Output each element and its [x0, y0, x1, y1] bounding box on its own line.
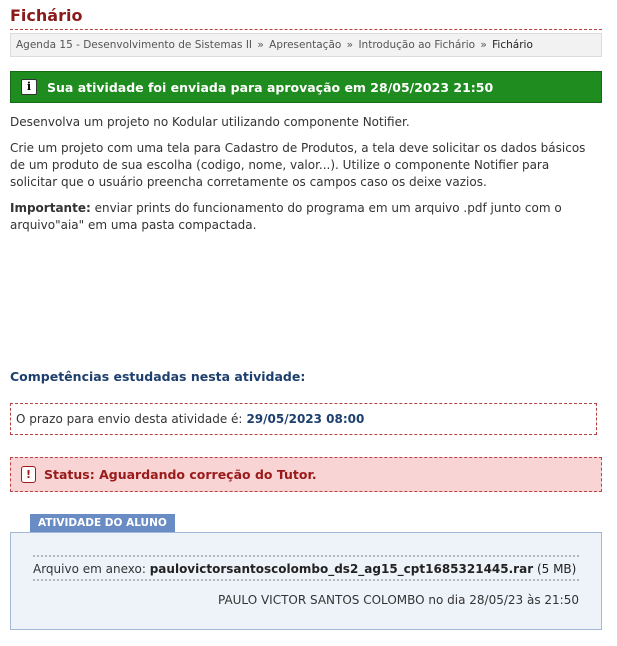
deadline-date: 29/05/2023 08:00 [246, 412, 365, 426]
breadcrumb-link-introducao[interactable]: Introdução ao Fichário [358, 39, 475, 51]
attachment-file-link[interactable]: paulovictorsantoscolombo_ds2_ag15_cpt168… [150, 562, 533, 576]
competencias-heading: Competências estudadas nesta atividade: [10, 369, 306, 384]
success-text: Sua atividade foi enviada para aprovação… [47, 79, 494, 95]
breadcrumb-separator: » [346, 39, 354, 51]
author-line: PAULO VICTOR SANTOS COLOMBO no dia 28/05… [217, 593, 579, 607]
important-label: Importante: [10, 201, 91, 215]
status-text: Status: Aguardando correção do Tutor. [44, 467, 317, 482]
description-paragraph-1: Desenvolva um projeto no Kodular utiliza… [10, 115, 410, 129]
info-icon: i [21, 79, 37, 95]
student-activity-tab: ATIVIDADE DO ALUNO [30, 514, 175, 532]
breadcrumb: Agenda 15 - Desenvolvimento de Sistemas … [10, 33, 602, 57]
page-title: Fichário [10, 6, 602, 30]
attachment-size: (5 MB) [536, 562, 577, 576]
status-banner: ! Status: Aguardando correção do Tutor. [10, 457, 602, 492]
breadcrumb-current: Fichário [492, 39, 533, 51]
attachment-row: Arquivo em anexo: paulovictorsantoscolom… [33, 555, 579, 581]
student-activity-box: Arquivo em anexo: paulovictorsantoscolom… [10, 532, 602, 630]
success-banner: i Sua atividade foi enviada para aprovaç… [10, 71, 602, 103]
breadcrumb-link-apresentacao[interactable]: Apresentação [269, 39, 341, 51]
attachment-label: Arquivo em anexo: [33, 562, 146, 576]
description-important: Importante: enviar prints do funcionamen… [10, 200, 590, 234]
deadline-box: O prazo para envio desta atividade é: 29… [10, 403, 597, 435]
description-paragraph-2: Crie um projeto com uma tela para Cadast… [10, 141, 586, 189]
important-text: enviar prints do funcionamento do progra… [10, 201, 562, 232]
breadcrumb-separator: » [480, 39, 487, 51]
deadline-label: O prazo para envio desta atividade é: [16, 412, 243, 426]
page: Fichário Agenda 15 - Desenvolvimento de … [0, 0, 617, 646]
breadcrumb-link-agenda[interactable]: Agenda 15 - Desenvolvimento de Sistemas … [16, 39, 252, 51]
activity-description: Desenvolva um projeto no Kodular utiliza… [10, 114, 590, 243]
warning-icon: ! [21, 466, 36, 483]
breadcrumb-separator: » [257, 39, 264, 51]
